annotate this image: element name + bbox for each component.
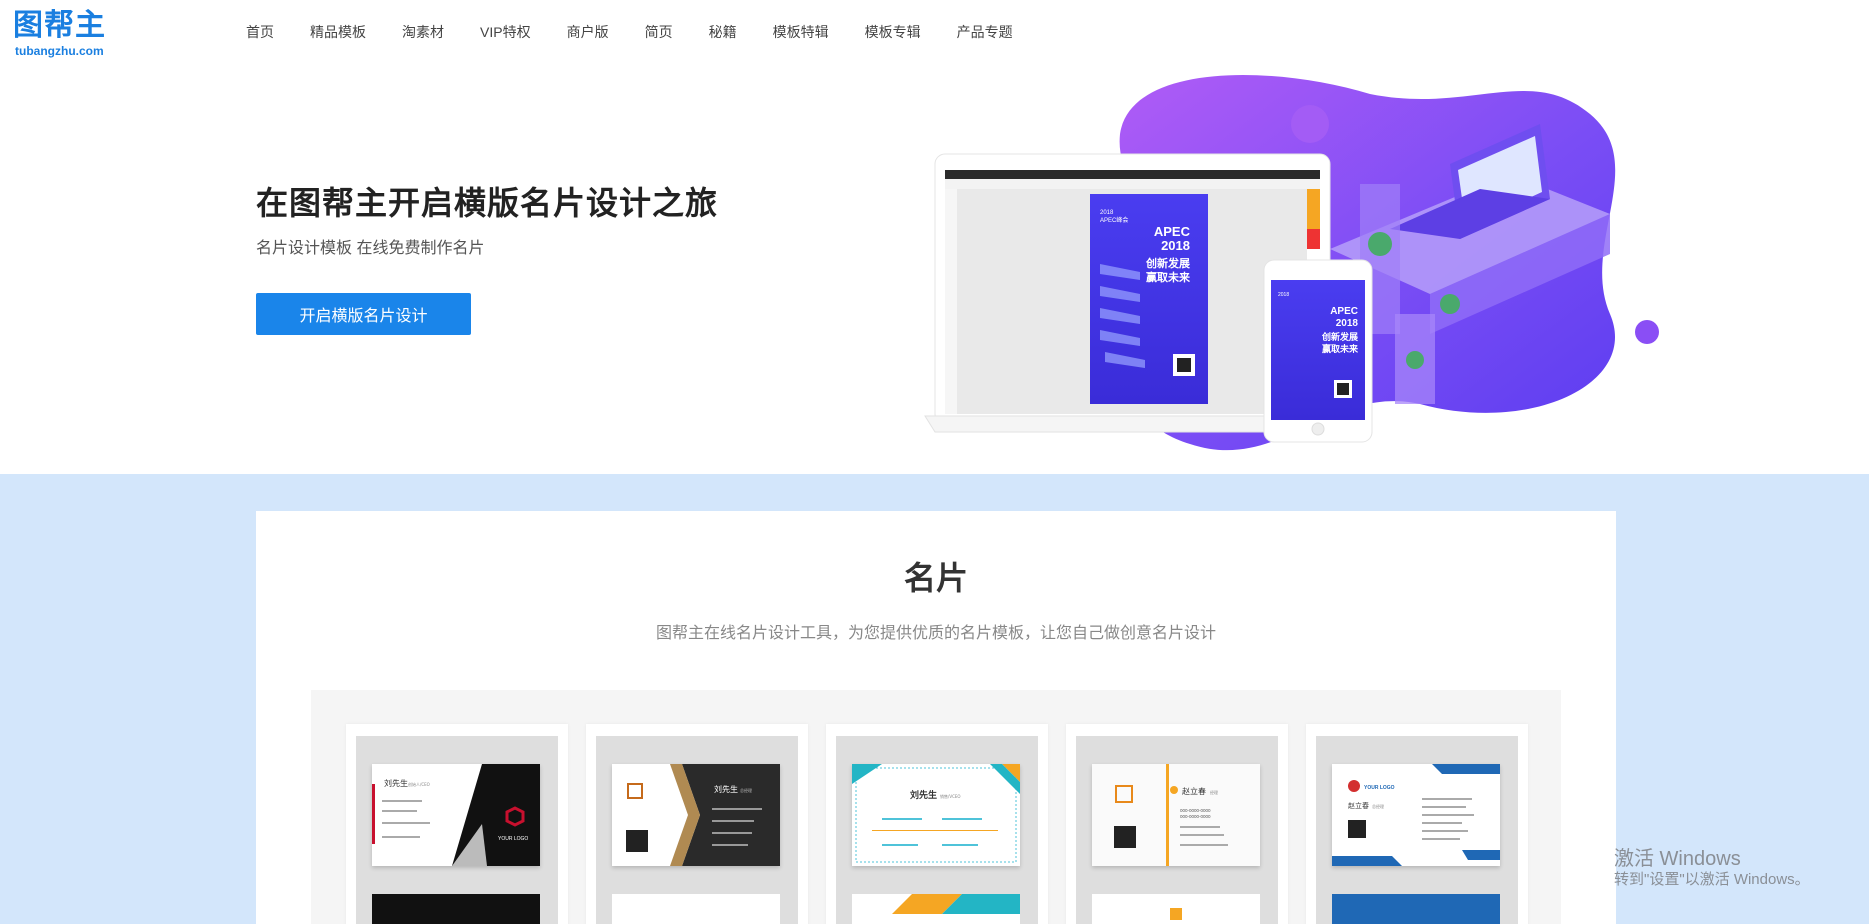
svg-text:销售/VCEO: 销售/VCEO [940,793,961,799]
svg-text:创新发展: 创新发展 [1321,331,1358,343]
business-card-back [1092,894,1260,924]
template-thumbnail: 刘先生 总经理 [596,736,798,924]
svg-text:2018: 2018 [1336,318,1359,329]
nav-vip[interactable]: VIP特权 [480,20,531,44]
svg-text:APEC: APEC [1330,306,1358,317]
svg-text:刘先生: 刘先生 [714,784,738,794]
nav-template-feature[interactable]: 模板特辑 [773,20,829,44]
template-thumbnail: 刘先生 销售/VCEO [836,736,1038,924]
svg-text:总经理: 总经理 [740,787,752,793]
business-card-preview: 刘先生 创始人/CEO YOUR LOGO [372,764,540,866]
svg-text:2018: 2018 [1161,238,1190,253]
logo-domain: tubangzhu.com [15,44,104,58]
hero-illustration: 2018 APEC峰会 APEC 2018 创新发展 赢取未来 2018 APE… [924,74,1659,451]
svg-text:赵立春: 赵立春 [1182,786,1206,796]
business-card-preview: 刘先生 销售/VCEO [852,764,1020,866]
content-panel: 名片 图帮主在线名片设计工具，为您提供优质的名片模板，让您自己做创意名片设计 刘… [256,511,1616,924]
template-card[interactable]: YOUR LOGO 赵立春 总经理 [1306,724,1528,924]
business-card-back [372,894,540,924]
purple-dot-right [1635,320,1659,344]
windows-activation-watermark: 激活 Windows [1614,848,1741,870]
card-section: 名片 图帮主在线名片设计工具，为您提供优质的名片模板，让您自己做创意名片设计 刘… [0,474,1869,924]
hero-title: 在图帮主开启横版名片设计之旅 [256,185,719,221]
start-design-button[interactable]: 开启横版名片设计 [256,293,471,335]
svg-text:YOUR LOGO: YOUR LOGO [1364,785,1395,791]
windows-activation-hint: 转到"设置"以激活 Windows。 [1614,871,1810,888]
svg-text:经理: 经理 [1210,789,1218,795]
template-card[interactable]: 赵立春 经理 000-0000-0000 000-0000-0000 [1066,724,1288,924]
svg-text:APEC: APEC [1154,224,1191,239]
nav-home[interactable]: 首页 [246,20,274,44]
template-thumbnail: 赵立春 经理 000-0000-0000 000-0000-0000 [1076,736,1278,924]
svg-text:YOUR LOGO: YOUR LOGO [498,836,528,842]
svg-text:刘先生: 刘先生 [384,778,408,788]
svg-text:赵立春: 赵立春 [1348,801,1369,810]
section-subtitle: 图帮主在线名片设计工具，为您提供优质的名片模板，让您自己做创意名片设计 [655,625,1216,642]
business-card-preview: 赵立春 经理 000-0000-0000 000-0000-0000 [1092,764,1260,866]
section-title: 名片 [903,560,968,596]
svg-text:000-0000-0000: 000-0000-0000 [1180,808,1211,813]
nav-tips[interactable]: 秘籍 [709,20,737,44]
template-gallery: 刘先生 创始人/CEO YOUR LOGO 刘先生 总经理 刘先生 销售/VCE… [311,690,1561,924]
svg-text:总经理: 总经理 [1372,803,1384,809]
svg-text:2018: 2018 [1278,292,1289,298]
business-card-back [612,894,780,924]
business-card-preview: YOUR LOGO 赵立春 总经理 [1332,764,1500,866]
template-thumbnail: 刘先生 创始人/CEO YOUR LOGO [356,736,558,924]
nav-materials[interactable]: 淘素材 [402,20,444,44]
svg-text:创始人/CEO: 创始人/CEO [408,781,430,787]
svg-text:2018: 2018 [1100,210,1114,216]
purple-dot-top [1291,105,1329,143]
logo[interactable]: 图帮主 tubangzhu.com [13,8,123,58]
business-card-back [1332,894,1500,924]
template-thumbnail: YOUR LOGO 赵立春 总经理 [1316,736,1518,924]
svg-text:创新发展: 创新发展 [1145,256,1191,270]
template-card[interactable]: 刘先生 创始人/CEO YOUR LOGO [346,724,568,924]
svg-text:赢取未来: 赢取未来 [1146,270,1191,284]
nav-premium-templates[interactable]: 精品模板 [310,20,366,44]
svg-text:000-0000-0000: 000-0000-0000 [1180,814,1211,819]
svg-text:APEC峰会: APEC峰会 [1100,216,1128,224]
nav-simple-page[interactable]: 简页 [645,20,673,44]
business-card-preview: 刘先生 总经理 [612,764,780,866]
template-card[interactable]: 刘先生 总经理 [586,724,808,924]
template-card[interactable]: 刘先生 销售/VCEO [826,724,1048,924]
business-card-back [852,894,1020,924]
svg-text:刘先生: 刘先生 [910,789,937,801]
logo-text: 图帮主 [13,9,106,42]
hero: 在图帮主开启横版名片设计之旅 名片设计模板 在线免费制作名片 开启横版名片设计 [0,64,1869,474]
hero-subtitle: 名片设计模板 在线免费制作名片 [256,240,485,257]
nav-merchant[interactable]: 商户版 [567,20,609,44]
svg-text:赢取未来: 赢取未来 [1322,343,1359,355]
